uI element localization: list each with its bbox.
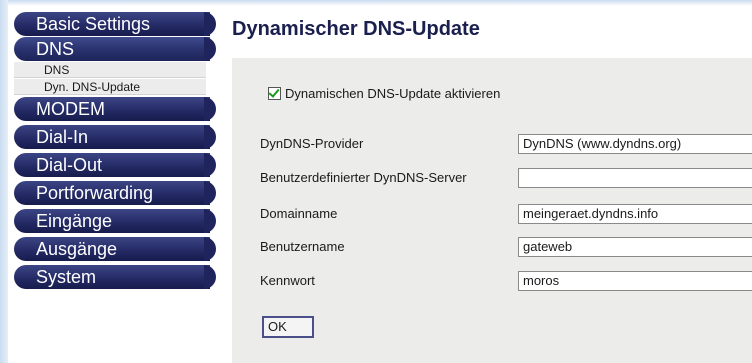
- check-mark-icon: [268, 86, 280, 98]
- window-top-border: [0, 0, 752, 6]
- sidebar-item-portforwarding[interactable]: Portforwarding: [14, 181, 216, 205]
- sidebar-item-dial-out[interactable]: Dial-Out: [14, 153, 216, 177]
- sidebar-subitem-dns[interactable]: DNS: [14, 62, 206, 78]
- provider-select[interactable]: DynDNS (www.dyndns.org): [518, 134, 752, 154]
- sidebar-item-modem[interactable]: MODEM: [14, 97, 216, 121]
- domainname-label: Domainname: [260, 206, 338, 221]
- sidebar-item-ausgaenge[interactable]: Ausgänge: [14, 237, 216, 261]
- password-label: Kennwort: [260, 273, 315, 288]
- custom-server-label: Benutzerdefinierter DynDNS-Server: [260, 170, 467, 185]
- enable-dyndns-row[interactable]: Dynamischen DNS-Update aktivieren: [268, 86, 500, 101]
- password-input[interactable]: moros: [518, 271, 752, 291]
- domainname-input[interactable]: meingeraet.dyndns.info: [518, 204, 752, 224]
- sidebar-item-basic-settings[interactable]: Basic Settings: [14, 12, 216, 36]
- enable-dyndns-checkbox[interactable]: [268, 86, 281, 100]
- sidebar-item-system[interactable]: System: [14, 265, 216, 289]
- username-input[interactable]: gateweb: [518, 237, 752, 257]
- settings-panel: Dynamischen DNS-Update aktivieren DynDNS…: [232, 58, 752, 363]
- sidebar-nav: Basic Settings DNS DNS Dyn. DNS-Update M…: [8, 12, 216, 363]
- username-label: Benutzername: [260, 239, 345, 254]
- page-title: Dynamischer DNS-Update: [232, 18, 480, 40]
- sidebar-item-eingaenge[interactable]: Eingänge: [14, 209, 216, 233]
- ok-button[interactable]: OK: [262, 316, 314, 338]
- provider-label: DynDNS-Provider: [260, 136, 364, 151]
- window-left-border: [0, 0, 8, 363]
- custom-server-input[interactable]: [518, 168, 752, 188]
- sidebar-subitem-dyn-dns-update[interactable]: Dyn. DNS-Update: [14, 79, 206, 95]
- sidebar-item-dial-in[interactable]: Dial-In: [14, 125, 216, 149]
- enable-dyndns-label: Dynamischen DNS-Update aktivieren: [285, 86, 501, 101]
- sidebar-item-dns[interactable]: DNS: [14, 37, 216, 61]
